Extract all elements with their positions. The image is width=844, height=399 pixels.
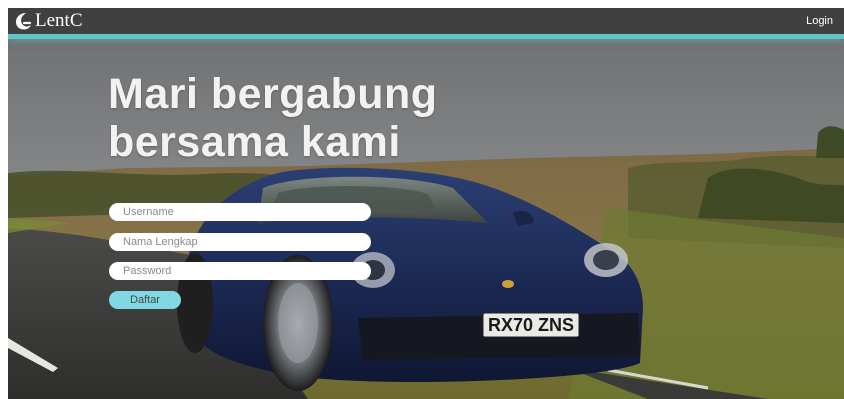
brand-name: LentC (35, 10, 83, 31)
fullname-input[interactable] (109, 233, 371, 251)
nav-login-link[interactable]: Login (806, 15, 833, 27)
page-headline: Mari bergabung bersama kami (108, 70, 438, 166)
password-input[interactable] (109, 262, 371, 280)
username-input[interactable] (109, 203, 371, 221)
page-frame: RX70 ZNS LentC Login Mari bergabung bers… (8, 8, 844, 399)
headline-line-2: bersama kami (108, 118, 401, 166)
headline-line-1: Mari bergabung (108, 70, 438, 118)
navbar: LentC Login (8, 8, 844, 39)
brand-logo[interactable]: LentC (13, 10, 83, 32)
register-button[interactable]: Daftar (109, 291, 181, 309)
svg-text:RX70 ZNS: RX70 ZNS (488, 315, 574, 335)
crescent-moon-icon (16, 13, 32, 30)
